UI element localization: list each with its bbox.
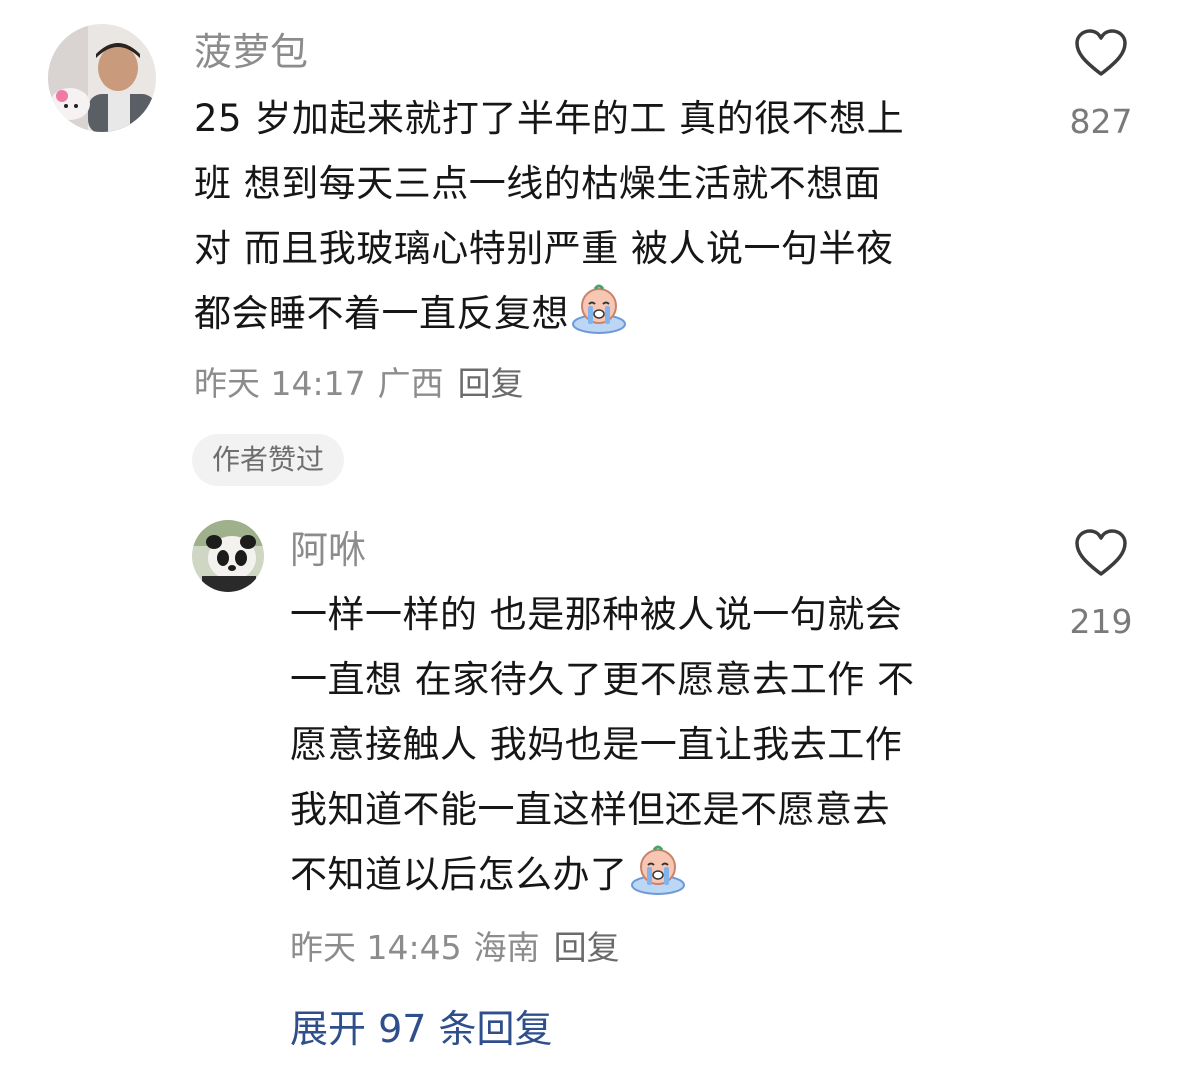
comment-time: 昨天 14:45 (290, 928, 462, 967)
expand-replies-link[interactable]: 展开 97 条回复 (290, 1004, 553, 1054)
comment-text-line: 一直想 在家待久了更不愿意去工作 不 (290, 658, 915, 701)
comment-text: 25 岁加起来就打了半年的工 真的很不想上 班 想到每天三点一线的枯燥生活就不想… (194, 86, 904, 346)
comment-username[interactable]: 菠萝包 (194, 28, 308, 76)
reply-button[interactable]: 回复 (458, 364, 524, 403)
comment-text-line: 一样一样的 也是那种被人说一句就会 (290, 593, 903, 636)
comment-meta: 昨天 14:45 海南 回复 (290, 926, 632, 970)
avatar[interactable] (48, 24, 156, 132)
comment-text-line-with-emoji: 都会睡不着一直反复想 (194, 281, 904, 346)
like-count: 827 (1069, 102, 1133, 141)
comment-text-line: 愿意接触人 我妈也是一直让我去工作 (290, 723, 903, 766)
comment-location: 海南 (473, 928, 540, 967)
like-button[interactable]: 827 (1046, 28, 1156, 142)
comment-text-line: 我知道不能一直这样但还是不愿意去 (290, 788, 890, 831)
crying-emoji-icon (571, 284, 627, 354)
crying-emoji-icon (630, 845, 686, 915)
avatar[interactable] (192, 520, 264, 592)
like-count: 219 (1069, 602, 1133, 641)
comment-text-line: 班 想到每天三点一线的枯燥生活就不想面 (194, 162, 882, 205)
comment-text: 一样一样的 也是那种被人说一句就会 一直想 在家待久了更不愿意去工作 不 愿意接… (290, 582, 915, 907)
heart-icon[interactable] (1074, 28, 1128, 78)
comment-text-line: 25 岁加起来就打了半年的工 真的很不想上 (194, 97, 905, 140)
comment-text-line-with-emoji: 不知道以后怎么办了 (290, 842, 915, 907)
comment-time: 昨天 14:17 (194, 364, 366, 403)
like-button[interactable]: 219 (1046, 528, 1156, 642)
reply-button[interactable]: 回复 (554, 928, 620, 967)
comment-text-fragment: 都会睡不着一直反复想 (194, 292, 569, 335)
comment-text-line: 对 而且我玻璃心特别严重 被人说一句半夜 (194, 227, 894, 270)
heart-icon[interactable] (1074, 528, 1128, 578)
comment-meta: 昨天 14:17 广西 回复 (194, 362, 536, 406)
comment-text-fragment: 不知道以后怎么办了 (290, 853, 628, 896)
comment-location: 广西 (377, 364, 444, 403)
comment-username[interactable]: 阿咻 (290, 526, 366, 574)
author-liked-badge: 作者赞过 (192, 434, 345, 486)
